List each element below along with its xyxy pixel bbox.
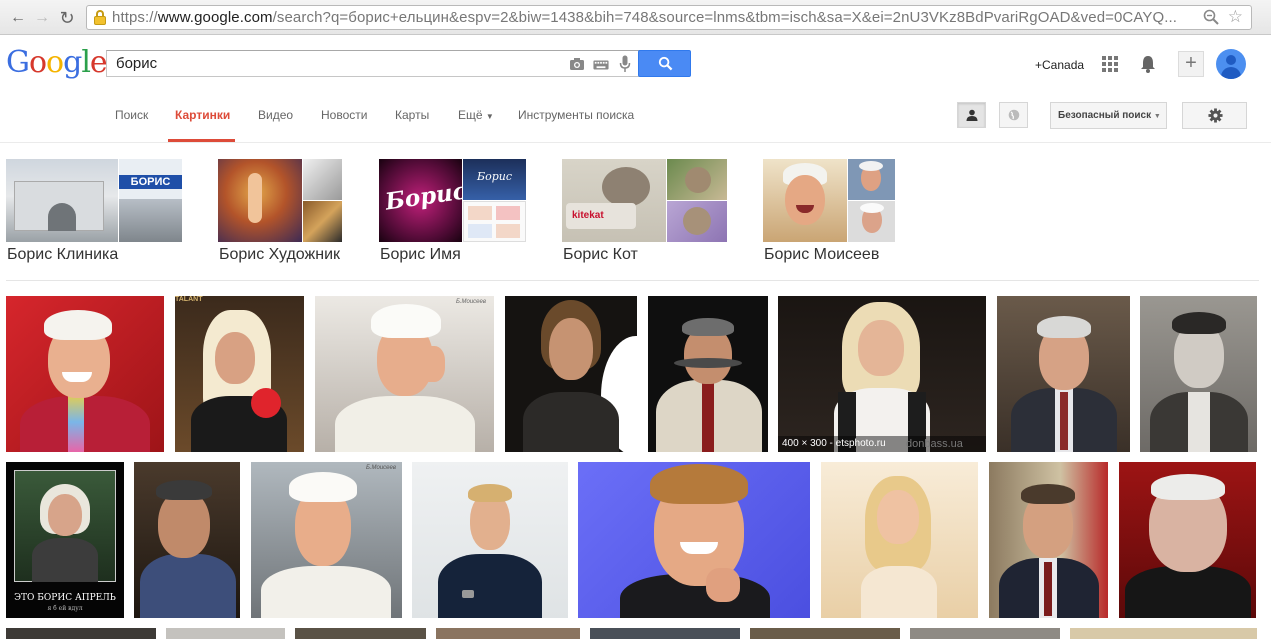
tab-news[interactable]: Новости xyxy=(321,108,367,122)
painting-thumbnail xyxy=(303,201,342,242)
tab-more[interactable]: Ещё ▼ xyxy=(458,108,494,122)
search-input[interactable]: борис xyxy=(106,50,644,77)
image-result[interactable] xyxy=(505,296,637,452)
apps-grid-icon[interactable] xyxy=(1102,56,1118,72)
google-header: Google борис +Canada + xyxy=(0,36,1271,91)
account-avatar[interactable] xyxy=(1216,49,1246,79)
image-result[interactable] xyxy=(134,462,240,618)
image-result[interactable] xyxy=(295,628,426,639)
gear-icon xyxy=(1208,108,1223,123)
face-filter-button[interactable] xyxy=(957,102,986,128)
image-result[interactable] xyxy=(648,296,768,452)
image-result[interactable] xyxy=(166,628,285,639)
image-result[interactable] xyxy=(578,462,810,618)
image-result[interactable] xyxy=(1070,628,1257,639)
tab-images[interactable]: Картинки xyxy=(175,108,230,122)
globe-icon xyxy=(1008,109,1020,121)
sketch-thumbnail xyxy=(303,159,342,200)
image-result[interactable] xyxy=(6,296,164,452)
settings-button[interactable] xyxy=(1182,102,1247,129)
related-label[interactable]: Борис Художник xyxy=(219,246,340,264)
divider xyxy=(6,280,1259,281)
image-result[interactable] xyxy=(750,628,900,639)
back-arrow-icon[interactable]: ← xyxy=(8,8,28,28)
related-label[interactable]: Борис Моисеев xyxy=(764,246,879,264)
google-plus-link[interactable]: +Canada xyxy=(1035,58,1084,72)
image-result[interactable]: ЭТО БОРИС АПРЕЛЬ я б ей вдул xyxy=(6,462,124,618)
image-result[interactable] xyxy=(590,628,740,639)
image-hover-caption: 400 × 300 - etsphoto.ru donbass.ua xyxy=(778,436,986,452)
search-icon xyxy=(658,56,673,71)
image-result[interactable] xyxy=(1119,462,1256,618)
portrait-thumbnail xyxy=(848,159,895,200)
zoom-icon[interactable] xyxy=(1203,9,1219,25)
tab-video[interactable]: Видео xyxy=(258,108,293,122)
clinic-sign-thumbnail: БОРИС xyxy=(119,159,182,242)
keyboard-icon[interactable] xyxy=(593,58,609,72)
camera-icon[interactable] xyxy=(569,57,585,71)
search-tabs-bar: Поиск Картинки Видео Новости Карты Ещё ▼… xyxy=(0,91,1271,143)
lock-icon xyxy=(93,10,107,25)
tab-search[interactable]: Поиск xyxy=(115,108,148,122)
related-label[interactable]: Борис Имя xyxy=(380,246,461,264)
fantasy-art-thumbnail xyxy=(218,159,302,242)
image-result[interactable] xyxy=(989,462,1108,618)
image-result[interactable] xyxy=(910,628,1060,639)
related-search-klinika[interactable]: БОРИС Борис Клиника xyxy=(6,159,182,263)
notifications-bell-icon[interactable] xyxy=(1140,55,1156,73)
reload-icon[interactable]: ↻ xyxy=(57,8,77,28)
chevron-down-icon: ▼ xyxy=(1153,113,1161,120)
forward-arrow-icon[interactable]: → xyxy=(32,8,52,28)
share-plus-button[interactable]: + xyxy=(1178,51,1204,77)
person-icon xyxy=(966,109,978,121)
active-tab-indicator xyxy=(168,139,235,142)
name-logo-thumbnail: Борис xyxy=(379,159,462,242)
related-label[interactable]: Борис Кот xyxy=(563,246,638,264)
image-result[interactable] xyxy=(412,462,568,618)
related-search-kot[interactable]: kitekat Борис Кот xyxy=(562,159,727,263)
name-card-thumbnail: Борис xyxy=(463,159,526,200)
related-search-khudozhnik[interactable]: Борис Художник xyxy=(218,159,342,263)
tab-maps[interactable]: Карты xyxy=(395,108,429,122)
google-logo[interactable]: Google xyxy=(6,45,108,80)
bookmark-star-icon[interactable]: ☆ xyxy=(1228,7,1243,27)
image-result[interactable]: TALANT xyxy=(175,296,304,452)
related-search-moiseev[interactable]: Борис Моисеев xyxy=(763,159,895,263)
safe-search-dropdown[interactable]: Безопасный поиск ▼ xyxy=(1050,102,1167,129)
image-result[interactable]: Б.Моисеев xyxy=(315,296,494,452)
related-search-imya[interactable]: Борис Борис Борис Имя xyxy=(379,159,526,263)
search-button[interactable] xyxy=(638,50,691,77)
tab-search-tools[interactable]: Инструменты поиска xyxy=(518,108,634,122)
image-result[interactable] xyxy=(436,628,580,639)
url-text[interactable]: https://www.google.com/search?q=борис+ел… xyxy=(112,9,1212,26)
meme-thumbnail xyxy=(463,201,526,242)
cat-thumbnail xyxy=(667,201,727,242)
image-result[interactable]: 400 × 300 - etsphoto.ru donbass.ua xyxy=(778,296,986,452)
address-bar[interactable]: https://www.google.com/search?q=борис+ел… xyxy=(86,5,1252,30)
cat-bowl-thumbnail: kitekat xyxy=(562,159,666,242)
microphone-icon[interactable] xyxy=(619,55,631,73)
image-result[interactable] xyxy=(1140,296,1257,452)
related-label[interactable]: Борис Клиника xyxy=(7,246,118,264)
image-result[interactable] xyxy=(6,628,156,639)
global-filter-button[interactable] xyxy=(999,102,1028,128)
image-result[interactable] xyxy=(821,462,978,618)
image-result[interactable] xyxy=(997,296,1130,452)
portrait-thumbnail xyxy=(848,201,895,242)
cat-thumbnail xyxy=(667,159,727,200)
browser-toolbar: ← → ↻ https://www.google.com/search?q=бо… xyxy=(0,0,1271,35)
chevron-down-icon: ▼ xyxy=(485,112,494,121)
search-query[interactable]: борис xyxy=(116,55,157,72)
building-thumbnail xyxy=(6,159,118,242)
portrait-thumbnail xyxy=(763,159,847,242)
image-result[interactable]: Б.Моисеев xyxy=(251,462,402,618)
